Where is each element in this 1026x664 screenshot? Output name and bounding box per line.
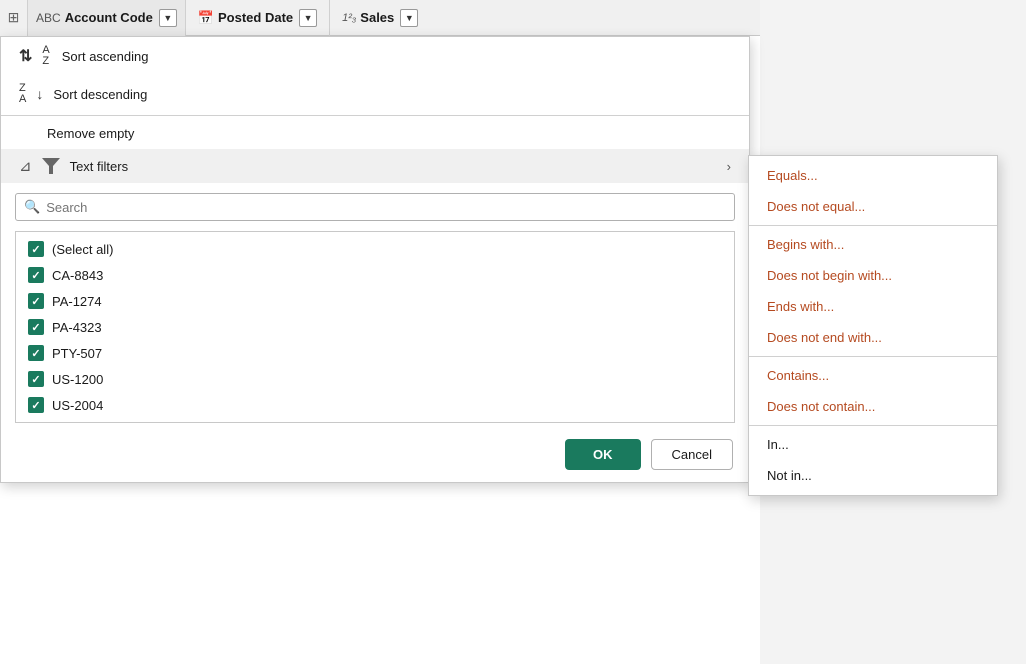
checkbox-ca-8843-label: CA-8843 — [52, 268, 103, 283]
in-label: In... — [767, 437, 789, 452]
checkbox-us-2004[interactable]: ✓ US-2004 — [20, 392, 730, 418]
checkbox-checked-icon: ✓ — [28, 267, 44, 283]
not-in-label: Not in... — [767, 468, 812, 483]
grid-icon: ⊞ — [8, 9, 20, 26]
checkbox-list: ✓ (Select all) ✓ CA-8843 ✓ PA-1274 ✓ PA-… — [15, 231, 735, 423]
sort-ascending-item[interactable]: ⇅ A Z Sort ascending — [1, 37, 749, 75]
checkbox-pa-1274-label: PA-1274 — [52, 294, 102, 309]
does-not-equal-item[interactable]: Does not equal... — [749, 191, 997, 222]
sales-header[interactable]: 1²₃ Sales ▼ — [330, 0, 430, 36]
checkbox-pty-507-label: PTY-507 — [52, 346, 102, 361]
sales-label: Sales — [360, 10, 394, 25]
does-not-equal-label: Does not equal... — [767, 199, 865, 214]
does-not-contain-label: Does not contain... — [767, 399, 875, 414]
remove-empty-item[interactable]: Remove empty — [1, 118, 749, 149]
search-input[interactable] — [46, 200, 726, 215]
does-not-end-with-label: Does not end with... — [767, 330, 882, 345]
checkbox-us-1200-label: US-1200 — [52, 372, 103, 387]
sales-dropdown-arrow[interactable]: ▼ — [400, 9, 418, 27]
submenu-divider-2 — [749, 356, 997, 357]
calendar-icon: 📅 — [198, 10, 214, 26]
sort-descending-item[interactable]: Z A ↓ Sort descending — [1, 75, 749, 113]
posted-date-dropdown-arrow[interactable]: ▼ — [299, 9, 317, 27]
ends-with-item[interactable]: Ends with... — [749, 291, 997, 322]
checkbox-checked-icon: ✓ — [28, 293, 44, 309]
action-buttons: OK Cancel — [1, 427, 749, 482]
divider-1 — [1, 115, 749, 116]
checkbox-ca-8843[interactable]: ✓ CA-8843 — [20, 262, 730, 288]
sort-az-icon: A Z — [42, 45, 49, 67]
does-not-contain-item[interactable]: Does not contain... — [749, 391, 997, 422]
checkbox-pa-4323[interactable]: ✓ PA-4323 — [20, 314, 730, 340]
remove-empty-label: Remove empty — [47, 126, 134, 141]
checkbox-pa-4323-label: PA-4323 — [52, 320, 102, 335]
account-code-label: Account Code — [65, 10, 153, 25]
checkbox-us-2004-label: US-2004 — [52, 398, 103, 413]
contains-item[interactable]: Contains... — [749, 360, 997, 391]
account-code-dropdown-arrow[interactable]: ▼ — [159, 9, 177, 27]
checkbox-select-all[interactable]: ✓ (Select all) — [20, 236, 730, 262]
search-glass-icon: 🔍 — [24, 199, 40, 215]
equals-label: Equals... — [767, 168, 818, 183]
contains-label: Contains... — [767, 368, 829, 383]
sort-ascending-icon: ⇅ — [19, 46, 32, 66]
cancel-button[interactable]: Cancel — [651, 439, 733, 470]
search-area: 🔍 — [1, 183, 749, 227]
checkbox-checked-icon: ✓ — [28, 345, 44, 361]
ends-with-label: Ends with... — [767, 299, 834, 314]
begins-with-label: Begins with... — [767, 237, 844, 252]
checkbox-checked-icon: ✓ — [28, 241, 44, 257]
filter-dropdown-panel: ⇅ A Z Sort ascending Z A ↓ Sort descendi… — [0, 36, 750, 483]
chevron-right-icon: › — [727, 159, 731, 174]
text-col-icon: ABC — [36, 11, 61, 25]
begins-with-item[interactable]: Begins with... — [749, 229, 997, 260]
not-in-item[interactable]: Not in... — [749, 460, 997, 491]
account-code-header[interactable]: ABC Account Code ▼ — [28, 0, 186, 36]
filter-icon: ⊿ — [19, 157, 32, 175]
text-filters-label: Text filters — [70, 159, 129, 174]
checkbox-pty-507[interactable]: ✓ PTY-507 — [20, 340, 730, 366]
checkbox-checked-icon: ✓ — [28, 371, 44, 387]
does-not-begin-with-item[interactable]: Does not begin with... — [749, 260, 997, 291]
checkbox-checked-icon: ✓ — [28, 397, 44, 413]
text-filters-item[interactable]: ⊿ Text filters › — [1, 149, 749, 183]
number-col-icon: 1²₃ — [342, 12, 356, 24]
submenu-divider-3 — [749, 425, 997, 426]
checkbox-select-all-label: (Select all) — [52, 242, 113, 257]
submenu-divider-1 — [749, 225, 997, 226]
sort-descending-label: Sort descending — [53, 87, 147, 102]
sort-desc-arrow-icon: ↓ — [36, 86, 43, 102]
row-num-header: ⊞ — [0, 0, 28, 36]
text-filters-submenu: Equals... Does not equal... Begins with.… — [748, 155, 998, 496]
search-box[interactable]: 🔍 — [15, 193, 735, 221]
in-item[interactable]: In... — [749, 429, 997, 460]
ok-button[interactable]: OK — [565, 439, 641, 470]
funnel-icon — [42, 158, 60, 174]
equals-item[interactable]: Equals... — [749, 160, 997, 191]
does-not-begin-with-label: Does not begin with... — [767, 268, 892, 283]
sort-ascending-label: Sort ascending — [62, 49, 149, 64]
checkbox-pa-1274[interactable]: ✓ PA-1274 — [20, 288, 730, 314]
posted-date-header[interactable]: 📅 Posted Date ▼ — [186, 0, 330, 36]
sort-za-icon: Z A — [19, 83, 26, 105]
does-not-end-with-item[interactable]: Does not end with... — [749, 322, 997, 353]
checkbox-checked-icon: ✓ — [28, 319, 44, 335]
posted-date-label: Posted Date — [218, 10, 293, 25]
table-header: ⊞ ABC Account Code ▼ 📅 Posted Date ▼ 1²₃… — [0, 0, 760, 36]
text-filters-left: ⊿ Text filters — [19, 157, 128, 175]
checkbox-us-1200[interactable]: ✓ US-1200 — [20, 366, 730, 392]
